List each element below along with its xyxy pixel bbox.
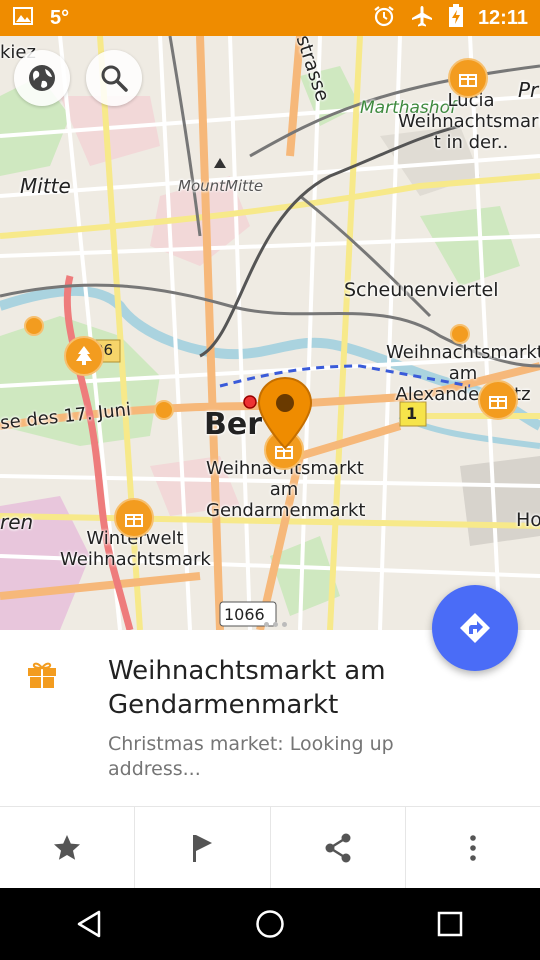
temperature-text: 5°	[50, 6, 70, 29]
map-label-mitte: Mitte	[20, 174, 71, 198]
home-button[interactable]	[220, 894, 320, 954]
poi-gift-winterwelt[interactable]	[114, 498, 154, 538]
gift-icon	[125, 514, 143, 527]
clock-text: 12:11	[477, 6, 528, 29]
place-title: Weihnachtsmarkt am Gendarmenmarkt	[108, 656, 386, 720]
map-label-lucia-line3: t in der..	[433, 132, 509, 153]
directions-icon	[460, 613, 490, 643]
share-icon	[325, 833, 351, 863]
gallery-icon	[12, 5, 34, 31]
flag-icon	[193, 835, 213, 862]
back-icon	[77, 910, 101, 938]
favorite-button[interactable]	[0, 807, 136, 889]
map-label-gend-line3: Gendarmenmarkt	[206, 500, 366, 521]
map-label-berlin: Ber	[204, 407, 263, 442]
map-layers-button[interactable]	[14, 50, 70, 106]
place-details-sheet[interactable]: Weihnachtsmarkt am Gendarmenmarkt Christ…	[0, 621, 540, 889]
map-search-button[interactable]	[86, 50, 142, 106]
back-button[interactable]	[40, 894, 140, 954]
directions-button[interactable]	[432, 585, 518, 671]
map-label-mount-mitte: MountMitte	[178, 177, 264, 195]
place-subtitle: Christmas market: Looking up address...	[108, 733, 394, 780]
road-shield-1: 1	[406, 404, 418, 423]
home-icon	[256, 910, 284, 938]
map-label-winterwelt-line2: Weihnachtsmark	[60, 549, 211, 570]
globe-icon	[29, 65, 55, 91]
more-options-button[interactable]	[406, 807, 540, 889]
poi-gift-lucia[interactable]	[448, 58, 488, 98]
gift-icon	[489, 396, 507, 409]
map-label-lucia-line2: Weihnachtsmark	[398, 111, 540, 132]
search-icon	[101, 65, 128, 92]
poi-small-3[interactable]	[450, 324, 470, 344]
star-icon	[54, 835, 81, 860]
poi-small-2[interactable]	[154, 400, 174, 420]
recents-button[interactable]	[400, 894, 500, 954]
alarm-icon	[372, 4, 396, 32]
map-label-lucia: Lucia Weihnachtsmark t in der..	[398, 90, 540, 153]
map-view[interactable]: kiez strasse Marthashof Pr Mitte MountMi…	[0, 36, 540, 630]
drag-handle[interactable]	[255, 618, 295, 630]
poi-small-1[interactable]	[24, 316, 44, 336]
christmas-tree-icon	[76, 346, 92, 365]
gift-icon	[459, 74, 477, 87]
flag-button[interactable]	[135, 807, 271, 889]
system-nav-bar	[0, 888, 540, 960]
map-label-ho: Ho	[516, 509, 540, 531]
gift-icon	[26, 658, 58, 694]
map-label-alex-line1: Weihnachtsmarkt	[386, 342, 540, 363]
status-bar: 5° 12:11	[0, 0, 540, 36]
airplane-mode-icon	[410, 4, 434, 32]
poi-christmas-tree[interactable]	[64, 336, 104, 376]
action-bar	[0, 806, 540, 889]
selected-location-pin[interactable]	[256, 376, 314, 452]
poi-gift-alexanderplatz[interactable]	[478, 380, 518, 420]
map-pin-icon	[257, 376, 313, 450]
battery-charging-icon	[448, 4, 464, 32]
map-label-ren: ren	[0, 510, 34, 534]
map-label-scheunenviertel: Scheunenviertel	[344, 279, 499, 301]
map-label-alex-line2: am	[448, 363, 478, 384]
map-label-gend-line2: am	[269, 479, 299, 500]
share-button[interactable]	[271, 807, 406, 889]
more-vert-icon	[470, 835, 476, 861]
recents-icon	[437, 911, 463, 937]
